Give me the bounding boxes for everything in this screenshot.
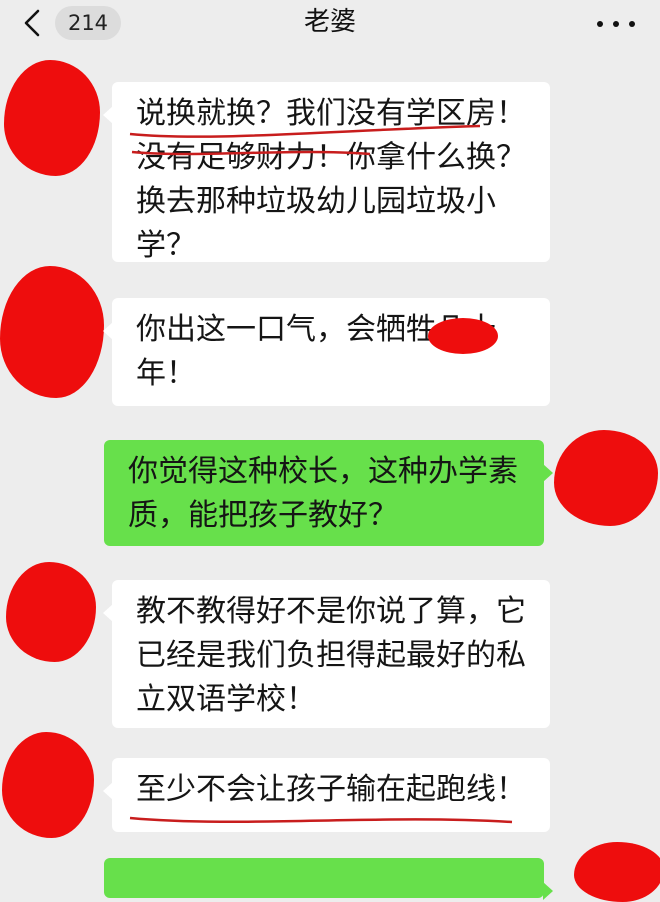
ellipsis-icon[interactable] xyxy=(594,10,638,36)
contact-avatar[interactable] xyxy=(6,562,96,662)
message-text: 你觉得这种校长，这种办学素质，能把孩子教好？ xyxy=(128,454,518,533)
contact-avatar[interactable] xyxy=(2,732,94,838)
message-text: 至少不会让孩子输在起跑线！ xyxy=(136,772,526,807)
message-text: 教不教得好不是你说了算，它已经是我们负担得起最好的私立双语学校！ xyxy=(136,594,526,717)
message-bubble-incoming[interactable]: 说换就换？我们没有学区房！没有足够财力！你拿什么换？换去那种垃圾幼儿园垃圾小学？ xyxy=(103,82,550,263)
chat-header: 214 老婆 xyxy=(0,0,660,46)
message-bubble-outgoing[interactable] xyxy=(104,858,553,900)
message-bubble-incoming[interactable]: 你出这一口气，会牺牲几十年！ xyxy=(103,298,550,406)
user-avatar[interactable] xyxy=(554,430,658,526)
message-bubble-outgoing[interactable]: 你觉得这种校长，这种办学素质，能把孩子教好？ xyxy=(104,440,553,546)
chevron-left-icon[interactable] xyxy=(22,8,42,38)
message-text: 说换就换？我们没有学区房！没有足够财力！你拿什么换？换去那种垃圾幼儿园垃圾小学？ xyxy=(136,96,526,263)
message-bubble-incoming[interactable]: 至少不会让孩子输在起跑线！ xyxy=(103,758,550,832)
user-avatar[interactable] xyxy=(574,842,660,902)
contact-avatar[interactable] xyxy=(4,60,100,176)
message-bubble-incoming[interactable]: 教不教得好不是你说了算，它已经是我们负担得起最好的私立双语学校！ xyxy=(103,580,550,728)
unread-count-badge[interactable]: 214 xyxy=(55,6,121,40)
contact-avatar[interactable] xyxy=(0,266,104,398)
redaction-mark xyxy=(428,318,498,354)
